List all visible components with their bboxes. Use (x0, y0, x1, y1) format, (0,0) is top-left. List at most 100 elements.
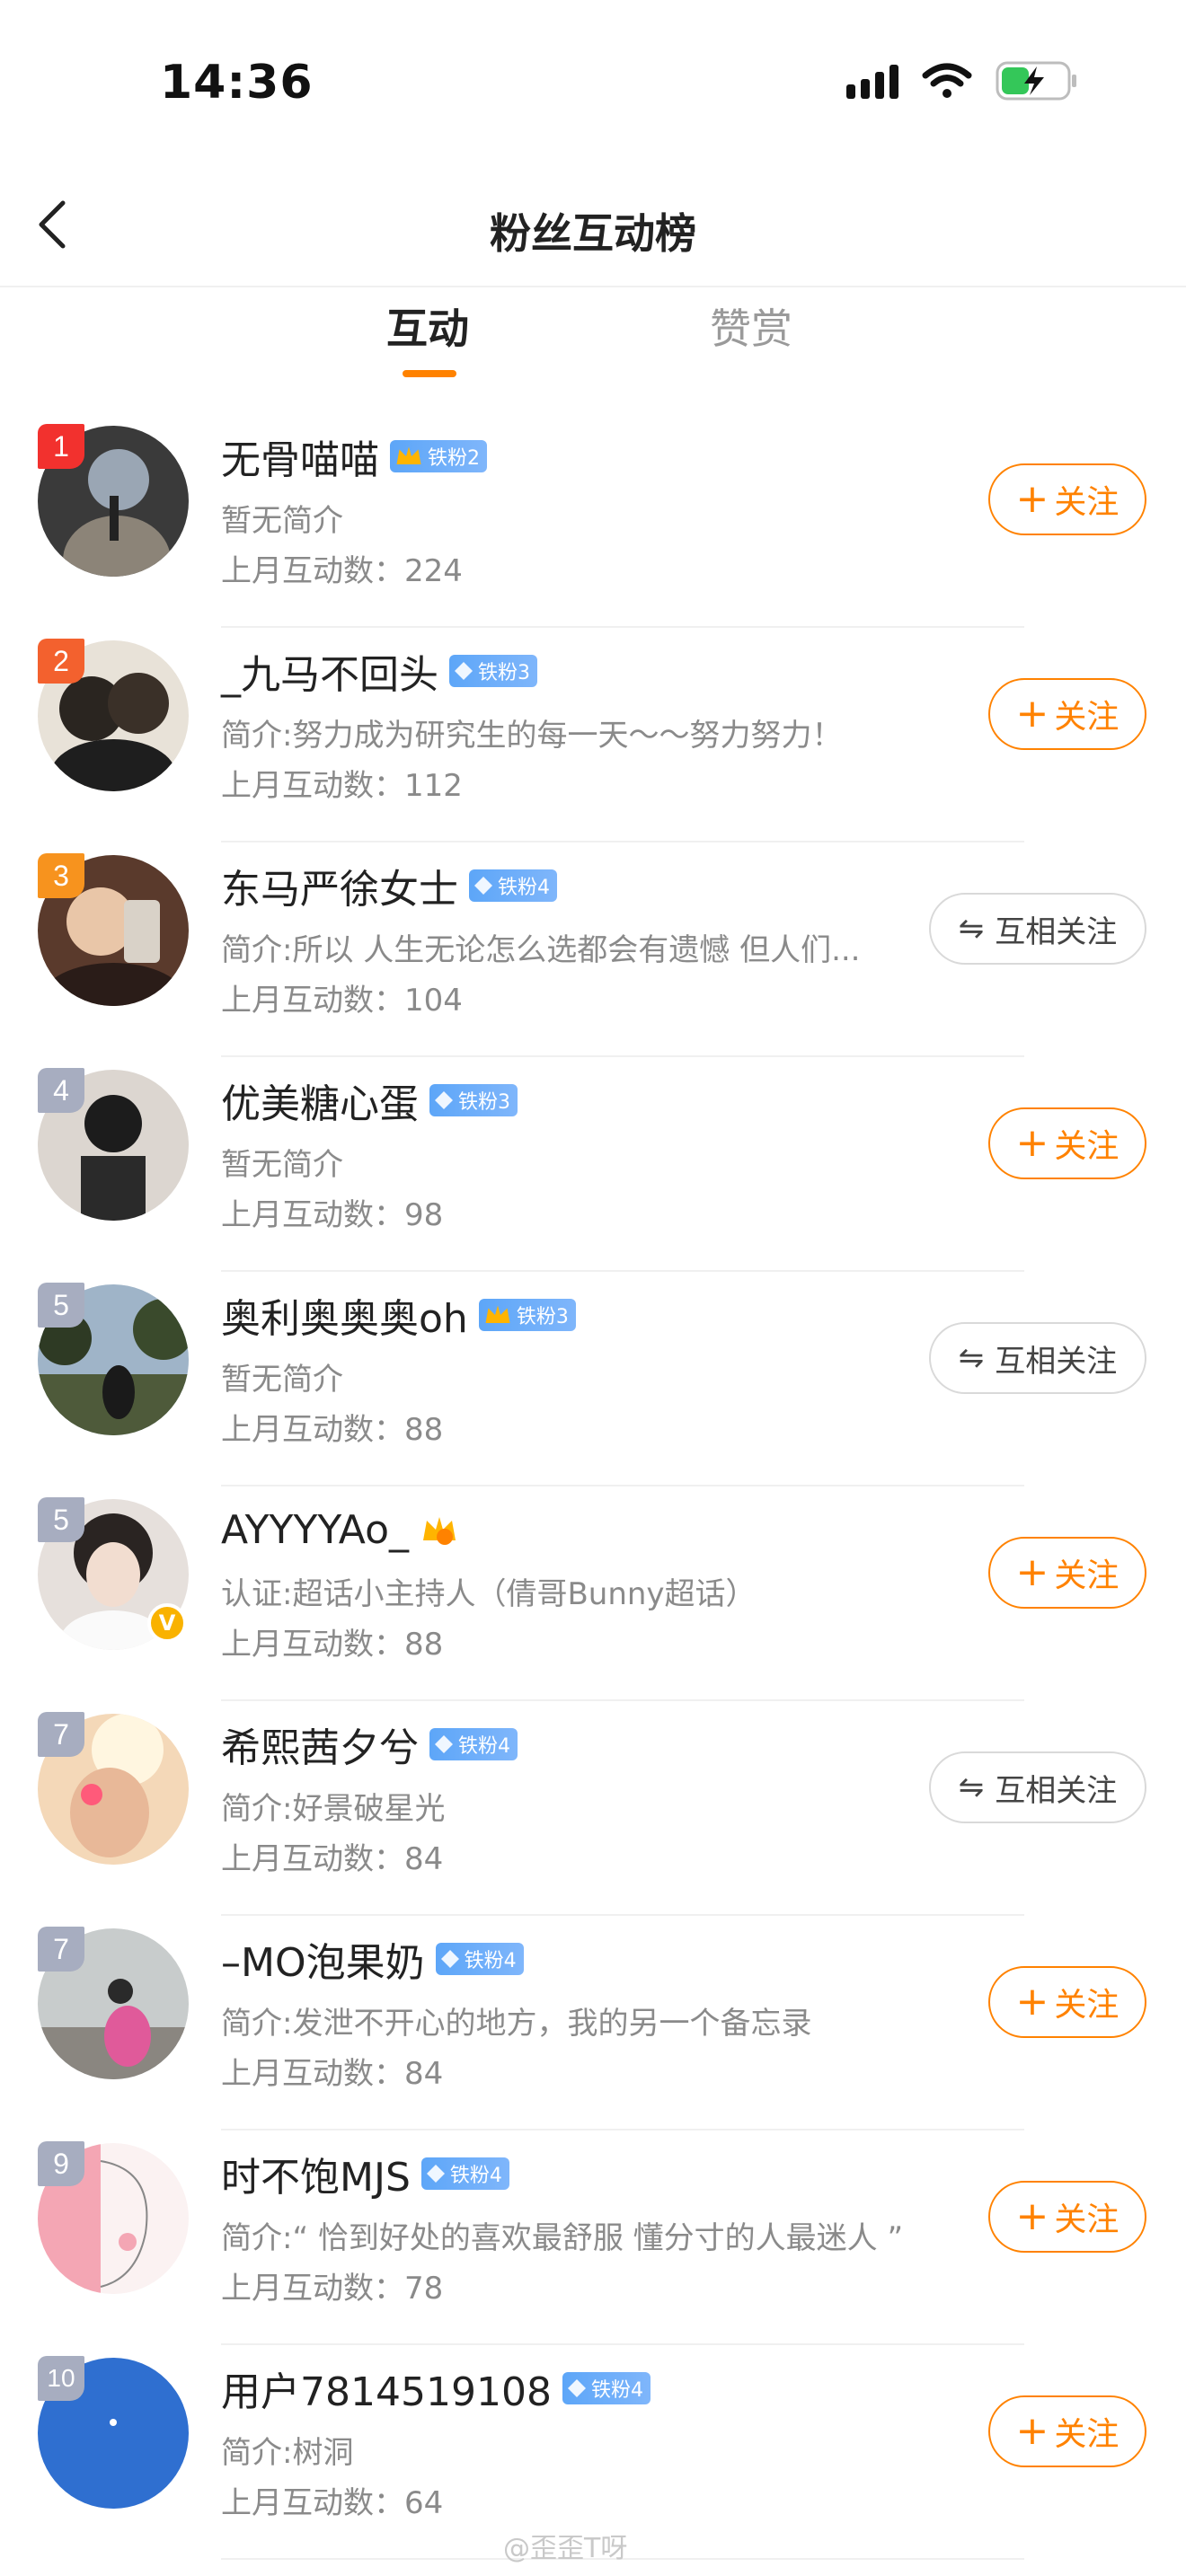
user-intro: 简介:所以 人生无论怎么选都会有遗憾 但人们... (221, 932, 861, 968)
user-intro: 暂无简介 (221, 503, 343, 539)
interaction-count: 上月互动数：64 (221, 2485, 444, 2521)
interaction-count: 上月互动数：104 (221, 983, 463, 1019)
fan-level-text: 铁粉4 (498, 877, 550, 899)
user-name[interactable]: 无骨喵喵 (221, 428, 379, 485)
plus-icon: + (1015, 1549, 1049, 1595)
fan-level-badge: 铁粉4 (469, 869, 557, 902)
plus-icon: + (1015, 691, 1049, 737)
interaction-count: 上月互动数：224 (221, 553, 463, 589)
user-intro: 简介:努力成为研究生的每一天～～努力努力！ (221, 718, 843, 754)
crown-icon (423, 1517, 456, 1545)
plus-icon: + (1015, 2193, 1049, 2239)
fan-level-text: 铁粉4 (590, 2379, 643, 2402)
list-item[interactable]: 7 希熙茜夕兮 铁粉4 简介:好景破星光 上月互动数：84 ⇋ 互相关注 (0, 1701, 1186, 1916)
user-name[interactable]: 时不饱MJS (221, 2145, 411, 2202)
plus-icon: + (1015, 476, 1049, 522)
list-item[interactable]: 9 时不饱MJS 铁粉4 简介:“ 恰到好处的喜欢最舒服 懂分寸的人最迷人 ” … (0, 2130, 1186, 2345)
crown-icon (485, 1305, 510, 1323)
list-item[interactable]: 3 东马严徐女士 铁粉4 简介:所以 人生无论怎么选都会有遗憾 但人们... 上… (0, 842, 1186, 1057)
follow-label: 关注 (1054, 1987, 1120, 2024)
user-name[interactable]: 优美糖心蛋 (221, 1072, 419, 1129)
user-name[interactable]: AYYYYAo_ (221, 1507, 409, 1553)
mutual-arrows-icon: ⇋ (958, 1340, 985, 1376)
diamond-icon (435, 1091, 453, 1109)
user-name[interactable]: –MO泡果奶 (221, 1930, 425, 1988)
status-time: 14:36 (160, 56, 314, 110)
list-item[interactable]: 4 优美糖心蛋 铁粉3 暂无简介 上月互动数：98 + 关注 (0, 1057, 1186, 1272)
mutual-follow-button[interactable]: ⇋ 互相关注 (929, 1322, 1146, 1394)
fan-level-badge: 铁粉4 (420, 2157, 509, 2190)
verified-badge: V (147, 1603, 187, 1643)
rank-badge: 1 (38, 424, 84, 469)
watermark: @歪歪T呀 (503, 2533, 628, 2564)
fan-level-text: 铁粉4 (449, 2165, 502, 2187)
fan-level-text: 铁粉4 (458, 1735, 510, 1758)
follow-button[interactable]: + 关注 (988, 1107, 1146, 1179)
mutual-follow-label: 互相关注 (995, 1343, 1118, 1380)
interaction-count: 上月互动数：98 (221, 1197, 444, 1233)
follow-label: 关注 (1054, 2201, 1120, 2238)
mutual-arrows-icon: ⇋ (958, 911, 985, 947)
crown-icon (396, 446, 421, 464)
follow-button[interactable]: + 关注 (988, 2395, 1146, 2467)
follow-label: 关注 (1054, 484, 1120, 521)
interaction-count: 上月互动数：88 (221, 1412, 444, 1448)
diamond-icon (474, 877, 492, 895)
fan-level-text: 铁粉3 (458, 1091, 510, 1114)
list-item[interactable]: 7 –MO泡果奶 铁粉4 简介:发泄不开心的地方，我的另一个备忘录 上月互动数：… (0, 1916, 1186, 2130)
list-item[interactable]: 5 奥利奥奥奥oh 铁粉3 暂无简介 上月互动数：88 ⇋ 互相关注 (0, 1272, 1186, 1486)
mutual-arrows-icon: ⇋ (958, 1769, 985, 1805)
plus-icon: + (1015, 1120, 1049, 1166)
follow-button[interactable]: + 关注 (988, 678, 1146, 750)
rank-badge: 2 (38, 639, 84, 684)
active-tab-indicator (403, 370, 456, 377)
follow-button[interactable]: + 关注 (988, 463, 1146, 535)
interaction-count: 上月互动数：112 (221, 768, 463, 804)
user-intro: 暂无简介 (221, 1147, 343, 1183)
user-name[interactable]: _九马不回头 (221, 642, 438, 700)
follow-button[interactable]: + 关注 (988, 1966, 1146, 2038)
user-name[interactable]: 东马严徐女士 (221, 857, 458, 914)
follow-label: 关注 (1054, 1557, 1120, 1594)
signal-icon (846, 63, 898, 99)
user-name[interactable]: 希熙茜夕兮 (221, 1716, 419, 1773)
fan-level-badge: 铁粉4 (562, 2372, 651, 2404)
fan-ranking-list: 1 无骨喵喵 铁粉2 暂无简介 上月互动数：224 + 关注 2 _九马不回头 铁… (0, 413, 1186, 2560)
user-name[interactable]: 用户7814519108 (221, 2360, 552, 2417)
interaction-count: 上月互动数：84 (221, 2056, 444, 2092)
rank-badge: 4 (38, 1068, 84, 1113)
tab-reward[interactable]: 赞赏 (710, 296, 792, 356)
user-intro: 简介:“ 恰到好处的喜欢最舒服 懂分寸的人最迷人 ” (221, 2220, 904, 2256)
interaction-count: 上月互动数：88 (221, 1627, 444, 1663)
list-item[interactable]: 2 _九马不回头 铁粉3 简介:努力成为研究生的每一天～～努力努力！ 上月互动数… (0, 628, 1186, 842)
plus-icon: + (1015, 1979, 1049, 2025)
tab-interaction[interactable]: 互动 (386, 296, 469, 356)
user-intro: 暂无简介 (221, 1362, 343, 1398)
user-intro: 简介:好景破星光 (221, 1791, 446, 1827)
status-bar: 14:36 (0, 0, 1186, 153)
fan-level-badge: 铁粉3 (429, 1084, 518, 1116)
battery-charging-icon (996, 61, 1078, 101)
diamond-icon (567, 2379, 586, 2397)
status-icons (846, 61, 1078, 101)
page-title: 粉丝互动榜 (490, 209, 696, 258)
follow-label: 关注 (1054, 699, 1120, 736)
diamond-icon (440, 1950, 459, 1968)
mutual-follow-button[interactable]: ⇋ 互相关注 (929, 893, 1146, 965)
list-item[interactable]: 1 无骨喵喵 铁粉2 暂无简介 上月互动数：224 + 关注 (0, 413, 1186, 628)
plus-icon: + (1015, 2408, 1049, 2454)
user-intro: 认证:超话小主持人（倩哥Bunny超话） (221, 1576, 757, 1612)
follow-label: 关注 (1054, 1128, 1120, 1165)
fan-level-text: 铁粉3 (516, 1306, 569, 1328)
fan-level-text: 铁粉2 (428, 447, 480, 470)
diamond-icon (455, 662, 473, 680)
diamond-icon (426, 2165, 445, 2183)
list-item[interactable]: V 5 AYYYYAo_ 认证:超话小主持人（倩哥Bunny超话） 上月互动数：… (0, 1486, 1186, 1701)
follow-button[interactable]: + 关注 (988, 2181, 1146, 2253)
follow-button[interactable]: + 关注 (988, 1537, 1146, 1609)
rank-badge: 5 (38, 1497, 84, 1542)
mutual-follow-button[interactable]: ⇋ 互相关注 (929, 1751, 1146, 1823)
user-name[interactable]: 奥利奥奥奥oh (221, 1286, 468, 1344)
rank-badge: 10 (38, 2356, 84, 2401)
interaction-count: 上月互动数：78 (221, 2271, 444, 2307)
